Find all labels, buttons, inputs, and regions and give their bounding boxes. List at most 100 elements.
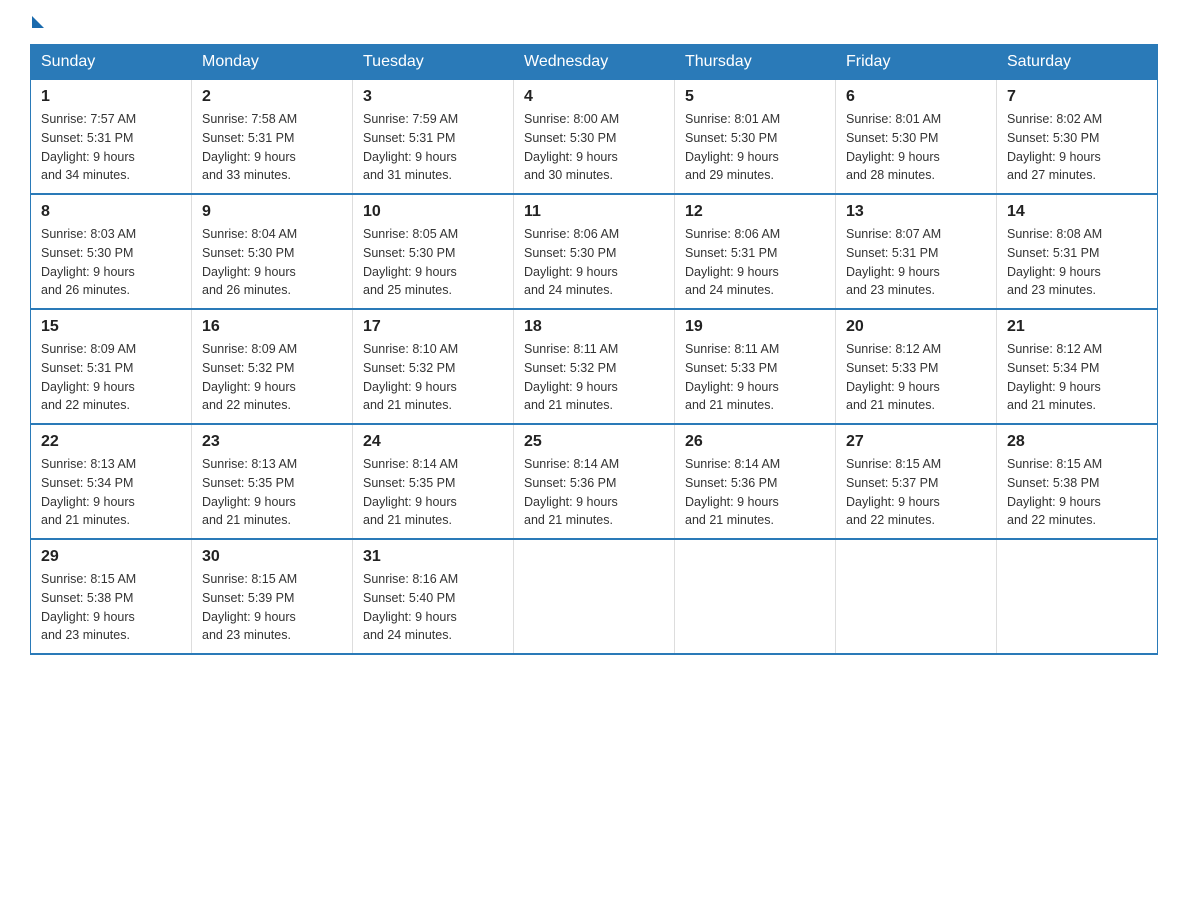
day-number: 17 [363, 318, 503, 336]
day-number: 31 [363, 548, 503, 566]
calendar-day-cell: 23 Sunrise: 8:13 AMSunset: 5:35 PMDaylig… [192, 424, 353, 539]
day-info: Sunrise: 8:16 AMSunset: 5:40 PMDaylight:… [363, 572, 458, 642]
day-info: Sunrise: 8:09 AMSunset: 5:32 PMDaylight:… [202, 342, 297, 412]
day-info: Sunrise: 8:12 AMSunset: 5:34 PMDaylight:… [1007, 342, 1102, 412]
calendar-week-row: 8 Sunrise: 8:03 AMSunset: 5:30 PMDayligh… [31, 194, 1158, 309]
calendar-day-cell: 31 Sunrise: 8:16 AMSunset: 5:40 PMDaylig… [353, 539, 514, 654]
day-info: Sunrise: 8:15 AMSunset: 5:37 PMDaylight:… [846, 457, 941, 527]
calendar-day-cell: 25 Sunrise: 8:14 AMSunset: 5:36 PMDaylig… [514, 424, 675, 539]
calendar-day-cell: 26 Sunrise: 8:14 AMSunset: 5:36 PMDaylig… [675, 424, 836, 539]
col-header-tuesday: Tuesday [353, 45, 514, 80]
day-number: 3 [363, 88, 503, 106]
day-number: 26 [685, 433, 825, 451]
calendar-day-cell: 12 Sunrise: 8:06 AMSunset: 5:31 PMDaylig… [675, 194, 836, 309]
day-number: 9 [202, 203, 342, 221]
day-info: Sunrise: 8:02 AMSunset: 5:30 PMDaylight:… [1007, 112, 1102, 182]
calendar-day-cell: 21 Sunrise: 8:12 AMSunset: 5:34 PMDaylig… [997, 309, 1158, 424]
logo [30, 20, 44, 24]
day-number: 19 [685, 318, 825, 336]
calendar-day-cell: 24 Sunrise: 8:14 AMSunset: 5:35 PMDaylig… [353, 424, 514, 539]
calendar-day-cell: 30 Sunrise: 8:15 AMSunset: 5:39 PMDaylig… [192, 539, 353, 654]
calendar-day-cell: 19 Sunrise: 8:11 AMSunset: 5:33 PMDaylig… [675, 309, 836, 424]
calendar-day-cell: 29 Sunrise: 8:15 AMSunset: 5:38 PMDaylig… [31, 539, 192, 654]
day-number: 18 [524, 318, 664, 336]
day-number: 22 [41, 433, 181, 451]
calendar-day-cell: 16 Sunrise: 8:09 AMSunset: 5:32 PMDaylig… [192, 309, 353, 424]
logo-arrow-icon [32, 16, 44, 28]
col-header-thursday: Thursday [675, 45, 836, 80]
day-info: Sunrise: 8:01 AMSunset: 5:30 PMDaylight:… [685, 112, 780, 182]
day-number: 15 [41, 318, 181, 336]
calendar-day-cell: 17 Sunrise: 8:10 AMSunset: 5:32 PMDaylig… [353, 309, 514, 424]
day-info: Sunrise: 8:06 AMSunset: 5:30 PMDaylight:… [524, 227, 619, 297]
day-number: 4 [524, 88, 664, 106]
day-info: Sunrise: 8:11 AMSunset: 5:33 PMDaylight:… [685, 342, 779, 412]
day-info: Sunrise: 8:14 AMSunset: 5:35 PMDaylight:… [363, 457, 458, 527]
day-number: 23 [202, 433, 342, 451]
day-number: 30 [202, 548, 342, 566]
calendar-day-cell: 11 Sunrise: 8:06 AMSunset: 5:30 PMDaylig… [514, 194, 675, 309]
col-header-friday: Friday [836, 45, 997, 80]
day-info: Sunrise: 7:59 AMSunset: 5:31 PMDaylight:… [363, 112, 458, 182]
calendar-day-cell: 27 Sunrise: 8:15 AMSunset: 5:37 PMDaylig… [836, 424, 997, 539]
day-info: Sunrise: 8:08 AMSunset: 5:31 PMDaylight:… [1007, 227, 1102, 297]
day-info: Sunrise: 8:05 AMSunset: 5:30 PMDaylight:… [363, 227, 458, 297]
col-header-monday: Monday [192, 45, 353, 80]
calendar-header-row: SundayMondayTuesdayWednesdayThursdayFrid… [31, 45, 1158, 80]
day-number: 13 [846, 203, 986, 221]
calendar-day-cell [514, 539, 675, 654]
day-number: 21 [1007, 318, 1147, 336]
calendar-day-cell: 20 Sunrise: 8:12 AMSunset: 5:33 PMDaylig… [836, 309, 997, 424]
day-info: Sunrise: 8:00 AMSunset: 5:30 PMDaylight:… [524, 112, 619, 182]
day-info: Sunrise: 7:57 AMSunset: 5:31 PMDaylight:… [41, 112, 136, 182]
day-number: 8 [41, 203, 181, 221]
calendar-table: SundayMondayTuesdayWednesdayThursdayFrid… [30, 44, 1158, 655]
day-info: Sunrise: 8:10 AMSunset: 5:32 PMDaylight:… [363, 342, 458, 412]
calendar-day-cell: 9 Sunrise: 8:04 AMSunset: 5:30 PMDayligh… [192, 194, 353, 309]
day-info: Sunrise: 8:13 AMSunset: 5:34 PMDaylight:… [41, 457, 136, 527]
day-number: 6 [846, 88, 986, 106]
calendar-week-row: 22 Sunrise: 8:13 AMSunset: 5:34 PMDaylig… [31, 424, 1158, 539]
day-info: Sunrise: 8:06 AMSunset: 5:31 PMDaylight:… [685, 227, 780, 297]
day-info: Sunrise: 8:13 AMSunset: 5:35 PMDaylight:… [202, 457, 297, 527]
calendar-day-cell: 3 Sunrise: 7:59 AMSunset: 5:31 PMDayligh… [353, 80, 514, 195]
day-info: Sunrise: 8:12 AMSunset: 5:33 PMDaylight:… [846, 342, 941, 412]
calendar-day-cell: 14 Sunrise: 8:08 AMSunset: 5:31 PMDaylig… [997, 194, 1158, 309]
day-number: 16 [202, 318, 342, 336]
calendar-day-cell [675, 539, 836, 654]
day-info: Sunrise: 7:58 AMSunset: 5:31 PMDaylight:… [202, 112, 297, 182]
calendar-day-cell: 5 Sunrise: 8:01 AMSunset: 5:30 PMDayligh… [675, 80, 836, 195]
calendar-day-cell: 7 Sunrise: 8:02 AMSunset: 5:30 PMDayligh… [997, 80, 1158, 195]
col-header-wednesday: Wednesday [514, 45, 675, 80]
day-info: Sunrise: 8:11 AMSunset: 5:32 PMDaylight:… [524, 342, 618, 412]
calendar-day-cell: 22 Sunrise: 8:13 AMSunset: 5:34 PMDaylig… [31, 424, 192, 539]
day-number: 5 [685, 88, 825, 106]
day-number: 2 [202, 88, 342, 106]
calendar-day-cell: 6 Sunrise: 8:01 AMSunset: 5:30 PMDayligh… [836, 80, 997, 195]
day-number: 20 [846, 318, 986, 336]
col-header-sunday: Sunday [31, 45, 192, 80]
day-info: Sunrise: 8:03 AMSunset: 5:30 PMDaylight:… [41, 227, 136, 297]
calendar-day-cell: 10 Sunrise: 8:05 AMSunset: 5:30 PMDaylig… [353, 194, 514, 309]
calendar-day-cell: 18 Sunrise: 8:11 AMSunset: 5:32 PMDaylig… [514, 309, 675, 424]
day-info: Sunrise: 8:15 AMSunset: 5:38 PMDaylight:… [1007, 457, 1102, 527]
day-number: 24 [363, 433, 503, 451]
day-info: Sunrise: 8:15 AMSunset: 5:39 PMDaylight:… [202, 572, 297, 642]
day-info: Sunrise: 8:09 AMSunset: 5:31 PMDaylight:… [41, 342, 136, 412]
day-number: 1 [41, 88, 181, 106]
calendar-week-row: 1 Sunrise: 7:57 AMSunset: 5:31 PMDayligh… [31, 80, 1158, 195]
day-info: Sunrise: 8:01 AMSunset: 5:30 PMDaylight:… [846, 112, 941, 182]
day-info: Sunrise: 8:15 AMSunset: 5:38 PMDaylight:… [41, 572, 136, 642]
calendar-day-cell: 13 Sunrise: 8:07 AMSunset: 5:31 PMDaylig… [836, 194, 997, 309]
col-header-saturday: Saturday [997, 45, 1158, 80]
calendar-day-cell [997, 539, 1158, 654]
calendar-day-cell [836, 539, 997, 654]
calendar-day-cell: 4 Sunrise: 8:00 AMSunset: 5:30 PMDayligh… [514, 80, 675, 195]
day-number: 27 [846, 433, 986, 451]
calendar-week-row: 15 Sunrise: 8:09 AMSunset: 5:31 PMDaylig… [31, 309, 1158, 424]
day-number: 25 [524, 433, 664, 451]
calendar-day-cell: 28 Sunrise: 8:15 AMSunset: 5:38 PMDaylig… [997, 424, 1158, 539]
day-info: Sunrise: 8:07 AMSunset: 5:31 PMDaylight:… [846, 227, 941, 297]
day-number: 28 [1007, 433, 1147, 451]
day-info: Sunrise: 8:14 AMSunset: 5:36 PMDaylight:… [685, 457, 780, 527]
